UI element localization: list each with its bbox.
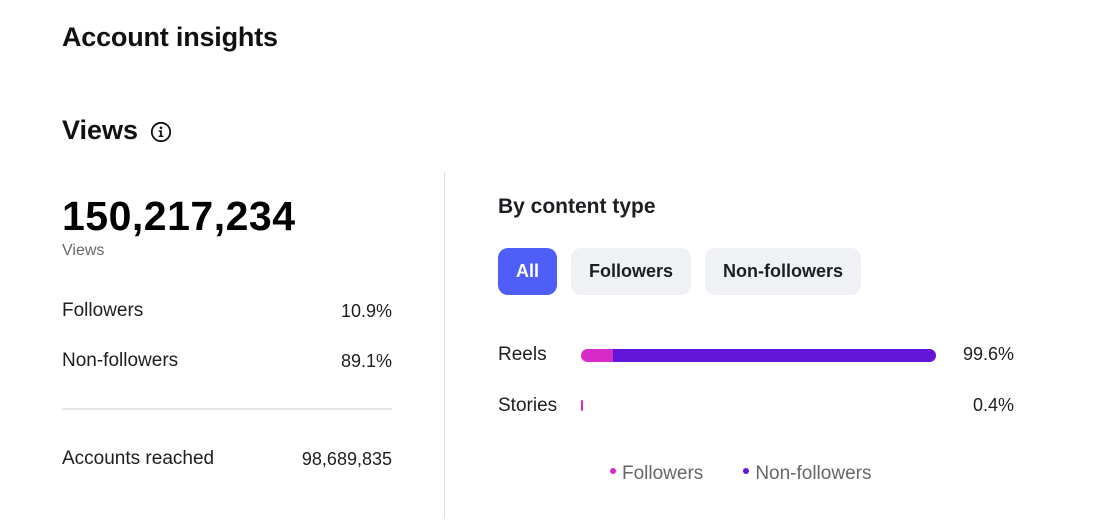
legend-followers: Followers xyxy=(610,463,703,485)
page-title: Account insights xyxy=(62,22,278,52)
nonfollowers-value: 89.1% xyxy=(340,350,392,371)
legend-followers-label: Followers xyxy=(622,463,704,484)
reels-value: 99.6% xyxy=(962,344,1014,364)
filter-nonfollowers-button[interactable]: Non-followers xyxy=(705,248,862,295)
reels-row: Reels 99.6% xyxy=(498,344,1018,368)
filter-all-button[interactable]: All xyxy=(498,248,557,295)
nonfollowers-dot-icon xyxy=(743,468,750,474)
stories-row: Stories 0.4% xyxy=(498,395,1018,419)
views-header: Views xyxy=(62,115,172,146)
views-summary: 150,217,234 Views Followers 10.9% Non-fo… xyxy=(62,192,392,469)
filter-followers-button[interactable]: Followers xyxy=(571,248,692,295)
views-total: 150,217,234 xyxy=(62,193,296,239)
views-title: Views xyxy=(62,115,139,145)
content-type-title: By content type xyxy=(498,195,656,218)
reels-bar-followers xyxy=(581,349,613,362)
nonfollowers-row: Non-followers 89.1% xyxy=(62,350,392,372)
reels-bar xyxy=(581,349,937,362)
chart-legend: Followers Non-followers xyxy=(610,463,871,485)
followers-dot-icon xyxy=(610,468,616,474)
audience-filter: All Followers Non-followers xyxy=(498,248,862,295)
views-total-caption: Views xyxy=(62,242,105,259)
reels-label: Reels xyxy=(498,344,547,365)
summary-divider xyxy=(62,408,392,410)
followers-label: Followers xyxy=(62,300,144,321)
account-insights-page: Account insights Views 150,217,234 Views… xyxy=(0,0,1105,532)
column-divider xyxy=(444,172,445,518)
stories-label: Stories xyxy=(498,395,558,416)
reels-bar-nonfollowers xyxy=(613,349,936,362)
legend-nonfollowers-label: Non-followers xyxy=(755,463,872,484)
info-icon[interactable] xyxy=(150,121,172,143)
accounts-reached-value: 98,689,835 xyxy=(301,448,392,469)
followers-row: Followers 10.9% xyxy=(62,300,392,322)
accounts-reached-label: Accounts reached xyxy=(62,448,215,469)
followers-value: 10.9% xyxy=(340,300,392,321)
stories-bar-followers xyxy=(581,400,583,411)
content-type-panel: By content type All Followers Non-follow… xyxy=(498,195,1018,484)
accounts-reached-row: Accounts reached 98,689,835 xyxy=(62,448,392,470)
stories-value: 0.4% xyxy=(972,395,1014,415)
legend-nonfollowers: Non-followers xyxy=(743,463,871,485)
nonfollowers-label: Non-followers xyxy=(62,350,179,371)
